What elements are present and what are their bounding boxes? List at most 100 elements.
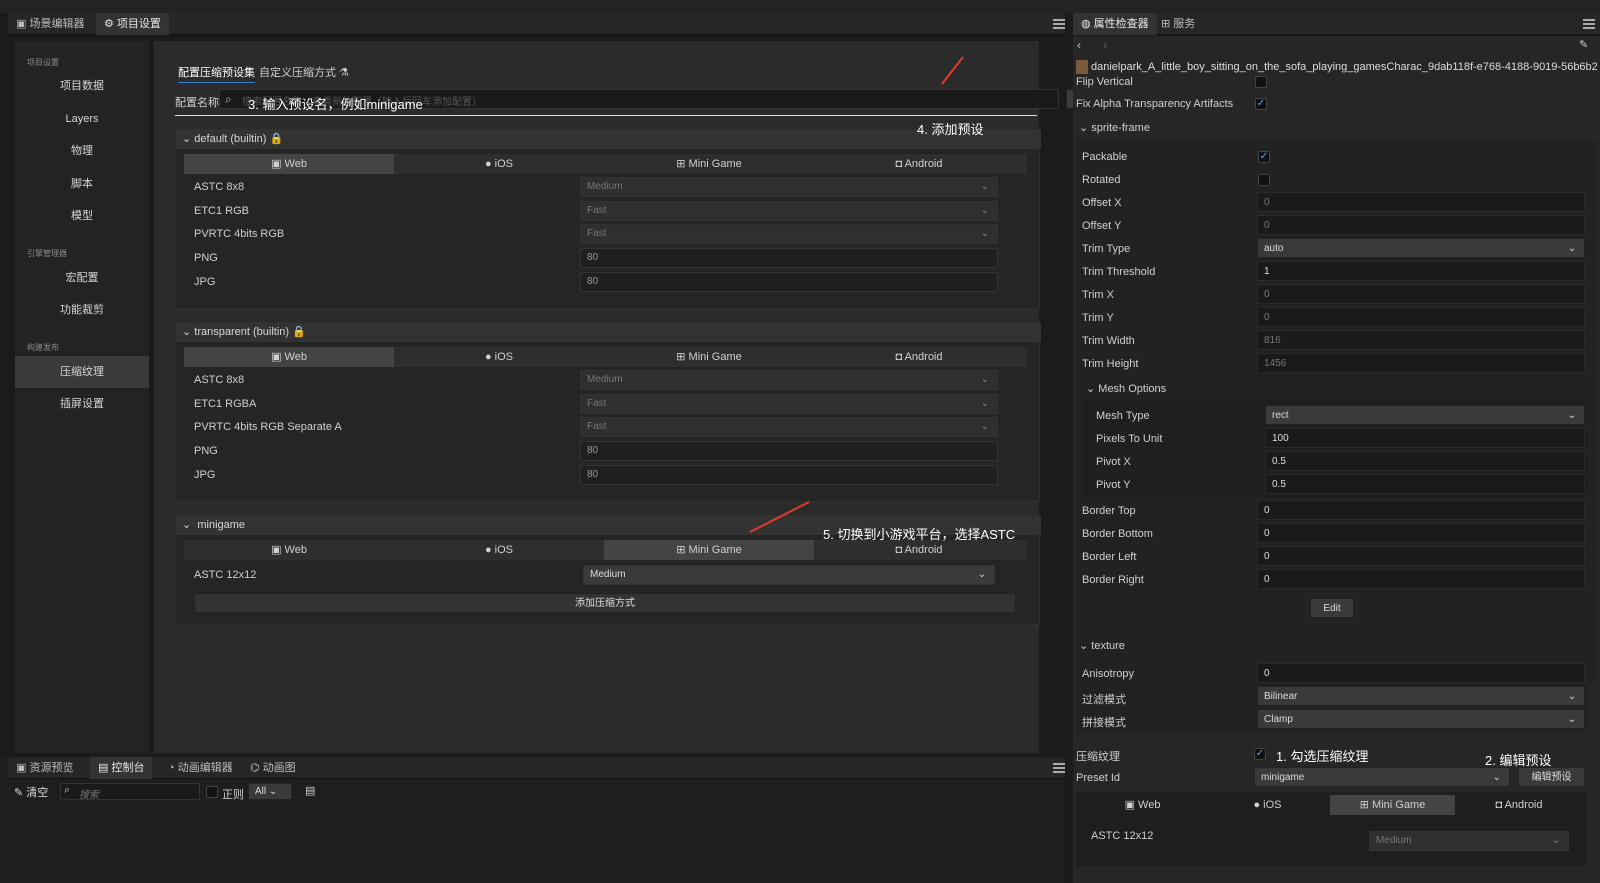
regex-checkbox[interactable] (206, 786, 218, 798)
border-top-input[interactable]: 0 (1257, 500, 1585, 520)
packable-checkbox[interactable]: ✓ (1258, 151, 1270, 163)
tab-android[interactable]: ◘ Android (814, 347, 1024, 367)
format-label: JPG (194, 276, 216, 288)
anisotropy-input[interactable]: 0 (1257, 663, 1585, 683)
sidebar-item-project-data[interactable]: 项目数据 (15, 70, 149, 102)
trim-type-select[interactable]: auto ⌄ (1257, 238, 1585, 258)
edit-border-button[interactable]: Edit (1310, 598, 1354, 618)
sidebar-item-scripts[interactable]: 脚本 (15, 168, 149, 200)
html5-icon: ▣ (271, 351, 285, 363)
tab-android[interactable]: ◘ Android (1455, 795, 1583, 815)
gamepad-icon: ⊞ (1359, 799, 1373, 811)
console-search-input[interactable]: ⌕ 搜索 (60, 783, 200, 801)
texture-header[interactable]: ⌄ texture (1079, 639, 1125, 652)
chevron-down-icon: ⌄ (1086, 383, 1099, 395)
tab-ios[interactable]: ● iOS (394, 154, 604, 174)
edit-preset-button[interactable]: 编辑预设 (1518, 767, 1585, 787)
format-quality-select[interactable]: Fast ⌄ (580, 224, 998, 244)
tab-console[interactable]: ▤ 控制台 (90, 757, 153, 779)
sprite-frame-header[interactable]: ⌄ sprite-frame (1079, 121, 1150, 134)
border-right-input[interactable]: 0 (1257, 569, 1585, 589)
mesh-options-header[interactable]: ⌄ Mesh Options (1086, 382, 1166, 395)
format-quality-select[interactable]: Fast ⌄ (580, 201, 998, 221)
preset-id-select[interactable]: minigame ⌄ (1254, 767, 1510, 787)
trim-x-field: 0 (1257, 284, 1585, 304)
tab-android[interactable]: ◘ Android (814, 540, 1024, 560)
add-compression-button[interactable]: 添加压缩方式 (194, 593, 1016, 613)
border-bottom-input[interactable]: 0 (1257, 523, 1585, 543)
clear-button[interactable]: ✎ 清空 (14, 784, 48, 800)
flip-vertical-checkbox[interactable] (1255, 76, 1267, 88)
tab-mini-game[interactable]: ⊞ Mini Game (604, 154, 814, 174)
wrap-mode-select[interactable]: Clamp ⌄ (1257, 709, 1585, 729)
fix-alpha-checkbox[interactable]: ✓ (1255, 98, 1267, 110)
flip-vertical-label: Flip Vertical (1076, 76, 1133, 88)
offset-x-label: Offset X (1082, 197, 1122, 209)
tab-services[interactable]: ⊞ 服务 (1153, 13, 1203, 35)
tab-android[interactable]: ◘ Android (814, 154, 1024, 174)
tab-mini-game[interactable]: ⊞ Mini Game (1330, 795, 1455, 815)
border-left-input[interactable]: 0 (1257, 546, 1585, 566)
sidebar-item-splash[interactable]: 插屏设置 (15, 388, 149, 420)
tab-animation-editor[interactable]: ◔ 动画编辑器 (160, 757, 241, 779)
sidebar-item-macro[interactable]: 宏配置 (15, 262, 149, 294)
format-quality-select[interactable]: Fast ⌄ (580, 394, 998, 414)
tab-mini-game[interactable]: ⊞ Mini Game (604, 540, 814, 560)
sidebar-item-feature-cropping[interactable]: 功能裁剪 (15, 294, 149, 326)
format-quality-select[interactable]: Medium ⌄ (580, 177, 998, 197)
tab-custom-compression[interactable]: 自定义压缩方式 ⚗ (259, 63, 349, 83)
format-quality-select[interactable]: Medium ⌄ (580, 370, 998, 390)
tab-ios[interactable]: ● iOS (394, 540, 604, 560)
sidebar-item-texture-compression[interactable]: 压缩纹理 (15, 356, 149, 388)
section-header[interactable]: ⌄ transparent (builtin) 🔒 (176, 323, 1041, 342)
format-quality-input[interactable]: 80 (580, 465, 998, 485)
pivot-y-input[interactable]: 0.5 (1265, 474, 1585, 494)
tab-project-settings[interactable]: ⚙ 项目设置 (96, 13, 169, 35)
tab-ios[interactable]: ● iOS (1205, 795, 1330, 815)
sidebar-item-physics[interactable]: 物理 (15, 135, 149, 167)
tab-preset-sets[interactable]: 配置压缩预设集 (178, 63, 255, 83)
tab-web[interactable]: ▣ Web (184, 540, 394, 560)
format-label: JPG (194, 469, 216, 481)
trim-y-label: Trim Y (1082, 312, 1114, 324)
pivot-y-label: Pivot Y (1096, 479, 1131, 491)
menu-icon[interactable] (1053, 19, 1065, 29)
filter-mode-select[interactable]: Bilinear ⌄ (1257, 686, 1585, 706)
chevron-down-icon: ⌄ (980, 374, 989, 385)
format-quality-select[interactable]: Fast ⌄ (580, 417, 998, 437)
tab-scene-editor[interactable]: ▣ 场景编辑器 (8, 13, 92, 35)
tab-inspector[interactable]: ◍ 属性检查器 (1073, 13, 1157, 35)
log-file-icon[interactable]: ▤ (305, 784, 315, 797)
sidebar-item-model[interactable]: 模型 (15, 200, 149, 232)
trim-threshold-input[interactable]: 1 (1257, 261, 1585, 281)
tab-web[interactable]: ▣ Web (1080, 795, 1205, 815)
format-quality-input[interactable]: 80 (580, 248, 998, 268)
pixels-to-unit-input[interactable]: 100 (1265, 428, 1585, 448)
menu-icon[interactable] (1053, 763, 1065, 773)
pin-icon[interactable]: ✎ (1579, 38, 1588, 51)
format-quality-input[interactable]: 80 (580, 441, 998, 461)
pivot-x-input[interactable]: 0.5 (1265, 451, 1585, 471)
lock-icon: 🔒 (292, 326, 306, 338)
compress-texture-checkbox[interactable]: ✓ (1254, 748, 1266, 760)
platform-tabs: ▣ Web ● iOS ⊞ Mini Game ◘ Android (184, 347, 1027, 367)
sidebar-item-layers[interactable]: Layers (15, 103, 149, 135)
menu-icon[interactable] (1583, 19, 1595, 29)
mesh-type-select[interactable]: rect ⌄ (1265, 405, 1585, 425)
asset-file-name: danielpark_A_little_boy_sitting_on_the_s… (1091, 61, 1597, 73)
tab-web[interactable]: ▣ Web (184, 347, 394, 367)
section-header[interactable]: ⌄ default (builtin) 🔒 (176, 130, 1041, 149)
tab-mini-game[interactable]: ⊞ Mini Game (604, 347, 814, 367)
tab-ios[interactable]: ● iOS (394, 347, 604, 367)
tab-animation-graph[interactable]: ⌬ 动画图 (242, 757, 304, 779)
format-quality-select[interactable]: Medium ⌄ (583, 565, 995, 585)
log-level-select[interactable]: All ⌄ (248, 783, 292, 800)
tab-web[interactable]: ▣ Web (184, 154, 394, 174)
tab-asset-preview[interactable]: ▣ 资源预览 (8, 757, 81, 779)
rotated-checkbox[interactable] (1258, 174, 1270, 186)
format-quality-input[interactable]: 80 (580, 272, 998, 292)
inspector-astc-select[interactable]: Medium ⌄ (1369, 831, 1569, 851)
forward-icon[interactable]: › (1103, 38, 1107, 52)
format-label: PNG (194, 252, 218, 264)
back-icon[interactable]: ‹ (1077, 38, 1081, 52)
